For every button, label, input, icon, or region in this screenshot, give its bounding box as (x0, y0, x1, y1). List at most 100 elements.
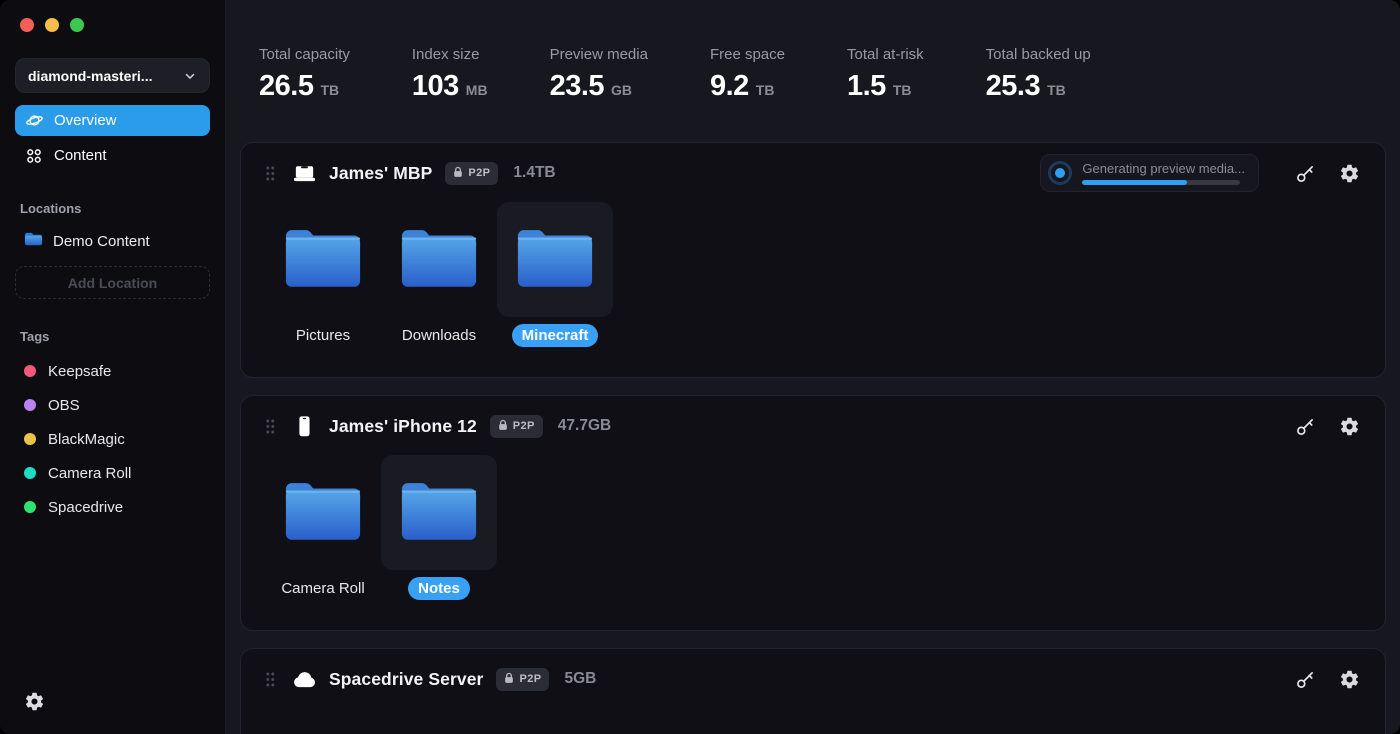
add-location-button[interactable]: Add Location (15, 266, 210, 299)
key-button[interactable] (1295, 668, 1317, 690)
locations-section-title: Locations (20, 201, 210, 216)
device-card-header: Spacedrive Server P2P 5GB (265, 649, 1361, 694)
tag-color-dot (24, 433, 36, 445)
tag-label: Keepsafe (48, 363, 111, 380)
sidebar: diamond-masteri... Overview Content Locat… (0, 0, 226, 734)
p2p-badge: P2P (445, 162, 498, 185)
tag-item[interactable]: Keepsafe (15, 354, 210, 388)
window-controls (15, 18, 210, 32)
tag-color-dot (24, 467, 36, 479)
device-settings-button[interactable] (1339, 162, 1361, 184)
drag-handle-icon[interactable] (265, 165, 275, 182)
stat-unit: TB (1047, 82, 1066, 98)
tags-section-title: Tags (20, 329, 210, 344)
stat-unit: TB (756, 82, 775, 98)
drag-handle-icon[interactable] (265, 671, 275, 688)
planet-icon (24, 111, 44, 131)
lock-icon (504, 672, 514, 687)
sidebar-item-overview[interactable]: Overview (15, 105, 210, 136)
close-window-button[interactable] (20, 18, 34, 32)
tag-item[interactable]: BlackMagic (15, 422, 210, 456)
library-name: diamond-masteri... (28, 68, 152, 84)
drag-handle-icon[interactable] (265, 418, 275, 435)
folder-small-icon (24, 231, 43, 251)
sidebar-nav: Overview Content (15, 105, 210, 171)
tag-item[interactable]: Spacedrive (15, 490, 210, 524)
main-content: Total capacity26.5TBIndex size103MBPrevi… (226, 0, 1400, 734)
folder-thumbnail (381, 455, 497, 570)
tag-label: OBS (48, 397, 80, 414)
key-button[interactable] (1295, 162, 1317, 184)
stats-row: Total capacity26.5TBIndex size103MBPrevi… (226, 0, 1400, 103)
location-label: Demo Content (53, 233, 150, 250)
folder-item[interactable]: Downloads (381, 202, 497, 347)
device-size: 47.7GB (558, 417, 611, 435)
p2p-badge-label: P2P (519, 673, 541, 685)
device-name: Spacedrive Server (329, 669, 483, 690)
tag-color-dot (24, 399, 36, 411)
folder-label: Minecraft (512, 324, 599, 347)
grid-circles-icon (24, 146, 44, 166)
tag-label: BlackMagic (48, 431, 125, 448)
laptop-icon (291, 163, 317, 183)
stat-block: Index size103MB (412, 46, 488, 103)
p2p-badge-label: P2P (468, 167, 490, 179)
folder-item[interactable]: Camera Roll (265, 455, 381, 600)
folder-thumbnail (381, 202, 497, 317)
zoom-window-button[interactable] (70, 18, 84, 32)
lock-icon (453, 166, 463, 181)
folder-icon (398, 479, 480, 547)
minimize-window-button[interactable] (45, 18, 59, 32)
stat-unit: TB (320, 82, 339, 98)
stat-block: Total at-risk1.5TB (847, 46, 924, 103)
device-settings-button[interactable] (1339, 668, 1361, 690)
lock-icon (498, 419, 508, 434)
folder-item[interactable]: Notes (381, 455, 497, 600)
folder-item[interactable]: Minecraft (497, 202, 613, 347)
device-card-header: James' MBPP2P1.4TBGenerating preview med… (265, 143, 1361, 188)
folder-icon (282, 479, 364, 547)
sidebar-item-content[interactable]: Content (15, 140, 210, 171)
stat-unit: MB (466, 82, 488, 98)
folder-icon (398, 226, 480, 294)
folder-label: Downloads (392, 324, 486, 347)
stat-unit: GB (611, 82, 632, 98)
folder-thumbnail (265, 202, 381, 317)
stat-value: 1.5TB (847, 70, 924, 103)
device-size: 5GB (564, 670, 596, 688)
job-progress-bar (1082, 180, 1240, 185)
chevron-down-icon (183, 69, 197, 83)
device-card: Spacedrive Server P2P 5GB (240, 648, 1386, 734)
folder-thumbnail (497, 202, 613, 317)
folder-icon (282, 226, 364, 294)
settings-button[interactable] (24, 690, 46, 712)
stat-label: Total capacity (259, 46, 350, 63)
folder-item[interactable]: Pictures (265, 202, 381, 347)
library-selector[interactable]: diamond-masteri... (15, 58, 210, 93)
device-settings-button[interactable] (1339, 415, 1361, 437)
tag-item[interactable]: OBS (15, 388, 210, 422)
p2p-badge: P2P (496, 668, 549, 691)
stat-number: 23.5 (550, 70, 604, 103)
folder-thumbnail (265, 455, 381, 570)
stat-label: Free space (710, 46, 785, 63)
folder-grid: Pictures Downloads Minecraft (265, 202, 1361, 347)
job-label: Generating preview media... (1082, 161, 1245, 176)
stat-value: 23.5 GB (550, 70, 648, 103)
tag-color-dot (24, 501, 36, 513)
stat-block: Free space 9.2 TB (710, 46, 785, 103)
location-item[interactable]: Demo Content (15, 226, 210, 256)
stat-number: 9.2 (710, 70, 749, 103)
device-card-header: James' iPhone 12P2P47.7GB (265, 396, 1361, 441)
phone-icon (291, 414, 317, 439)
job-status-pill: Generating preview media... (1040, 154, 1259, 192)
device-cards: James' MBPP2P1.4TBGenerating preview med… (240, 142, 1386, 734)
tag-item[interactable]: Camera Roll (15, 456, 210, 490)
sidebar-item-label: Overview (54, 112, 117, 129)
key-button[interactable] (1295, 415, 1317, 437)
p2p-badge: P2P (490, 415, 543, 438)
folder-label: Camera Roll (271, 577, 374, 600)
stat-number: 103 (412, 70, 459, 103)
job-info: Generating preview media... (1082, 161, 1245, 185)
stat-unit: TB (893, 82, 912, 98)
